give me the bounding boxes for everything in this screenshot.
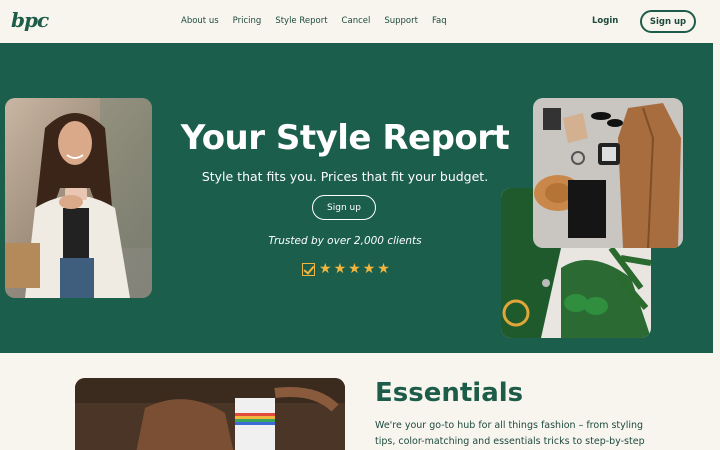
essentials-text: We're your go-to hub for all things fash… — [375, 420, 645, 447]
essentials-photo — [75, 378, 345, 450]
nav-link-pricing[interactable]: Pricing — [233, 16, 262, 26]
trusted-text: Trusted by over 2,000 clients — [268, 235, 422, 247]
nav-link-cancel[interactable]: Cancel — [342, 16, 371, 26]
star-icon: ★ — [348, 261, 361, 277]
hero-title: Your Style Report — [180, 118, 510, 158]
top-nav: bpc About us Pricing Style Report Cancel… — [0, 0, 720, 43]
hero-subtitle: Style that fits you. Prices that fit you… — [201, 169, 489, 184]
nav-link-support[interactable]: Support — [384, 16, 418, 26]
rating-row: ★ ★ ★ ★ ★ — [302, 262, 390, 276]
checkbox-icon — [302, 262, 315, 276]
star-icon: ★ — [333, 261, 347, 277]
nav-link-faq[interactable]: Faq — [432, 16, 447, 26]
nav-link-style-report[interactable]: Style Report — [275, 16, 327, 26]
brand-logo[interactable]: bpc — [11, 8, 49, 32]
star-icon: ★ — [319, 261, 332, 277]
star-icon: ★ — [377, 261, 390, 277]
nav-links: About us Pricing Style Report Cancel Sup… — [181, 16, 461, 26]
nav-link-about[interactable]: About us — [181, 16, 219, 26]
hero-section: Your Style Report Style that fits you. P… — [0, 43, 713, 353]
login-link[interactable]: Login — [592, 16, 618, 26]
signup-button[interactable]: Sign up — [640, 10, 696, 33]
star-icon: ★ — [362, 261, 376, 277]
essentials-title: Essentials — [375, 378, 524, 408]
hero-photo-woman — [5, 98, 152, 298]
hero-signup-button[interactable]: Sign up — [312, 195, 376, 220]
hero-photo-jacket-flatlay — [533, 98, 683, 248]
